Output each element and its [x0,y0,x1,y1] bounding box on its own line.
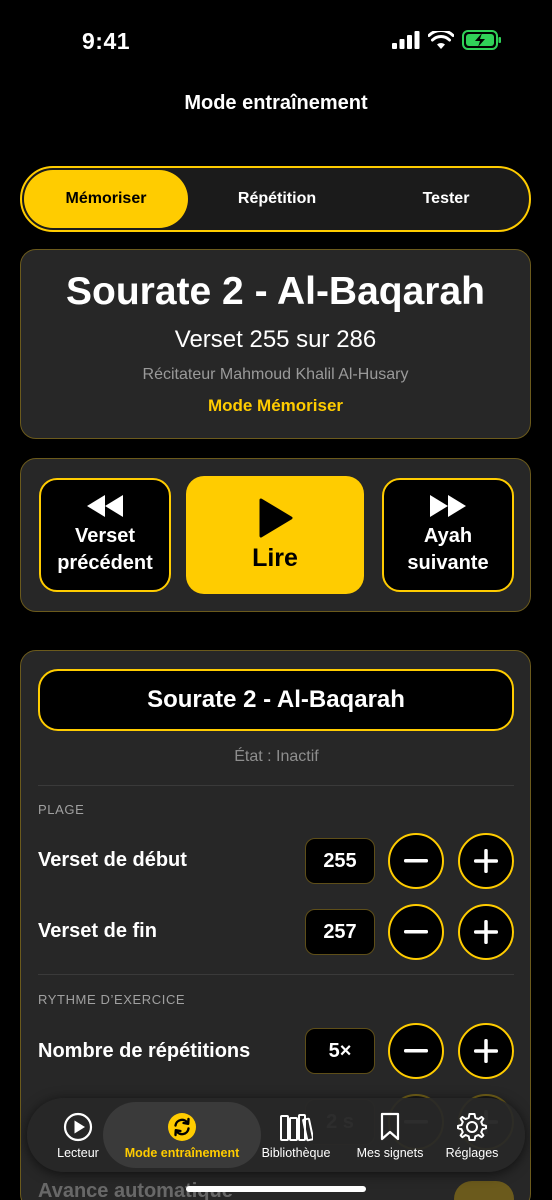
repetitions-decrement-button[interactable] [388,1023,444,1079]
tab-mes-signets[interactable]: Mes signets [347,1098,433,1172]
start-verse-label: Verset de début [38,849,187,871]
surah-title: Sourate 2 - Al-Baqarah [66,270,485,313]
forward-icon [430,495,466,517]
status-time: 9:41 [82,28,131,54]
mode-segmented-control: Mémoriser Répétition Tester [20,166,531,232]
tab-label: Mes signets [356,1146,424,1160]
verse-progress: Verset 255 sur 286 [174,326,377,353]
page-title: Mode entraînement [184,92,368,114]
repeat-icon [168,1113,196,1141]
play-circle-icon [63,1112,93,1142]
tab-lecteur[interactable]: Lecteur [45,1098,111,1172]
divider [38,974,514,975]
end-verse-decrement-button[interactable] [388,904,444,960]
start-verse-increment-button[interactable] [458,833,514,889]
next-ayah-label-2: suivante [407,552,489,574]
minus-icon [404,859,428,863]
minus-icon [404,1049,428,1053]
backward-icon [87,495,123,517]
gear-icon [457,1113,487,1141]
battery-charging-icon [462,30,501,50]
next-ayah-button[interactable]: Ayah suivante [382,478,514,592]
auto-advance-toggle[interactable] [454,1181,514,1200]
tab-label: Mode entraînement [124,1146,240,1160]
end-verse-label: Verset de fin [38,920,157,942]
home-indicator [186,1186,366,1192]
end-verse-increment-button[interactable] [458,904,514,960]
reciter-name: Récitateur Mahmoud Khalil Al-Husary [142,366,409,383]
status-bar: 9:41 [0,0,552,80]
plus-icon [474,1039,498,1063]
minus-icon [404,930,428,934]
tab-label: Lecteur [57,1146,99,1160]
section-header-range: PLAGE [38,802,85,817]
surah-info-card: Sourate 2 - Al-Baqarah Verset 255 sur 28… [20,249,531,439]
plus-icon [474,920,498,944]
start-verse-decrement-button[interactable] [388,833,444,889]
play-button[interactable]: Lire [186,476,364,594]
tab-reglages[interactable]: Réglages [439,1098,505,1172]
play-icon [259,498,293,537]
repetitions-value: 5× [305,1028,375,1074]
previous-verse-label-1: Verset [74,525,136,547]
play-label: Lire [252,543,298,572]
start-verse-value: 255 [305,838,375,884]
next-ayah-label-1: Ayah [423,525,473,547]
repetitions-increment-button[interactable] [458,1023,514,1079]
playback-controls-card: Verset précédent Lire Ayah suivante [20,458,531,612]
cellular-signal-icon [392,31,420,49]
segment-tester[interactable]: Tester [362,170,530,228]
end-verse-value: 257 [305,909,375,955]
segment-repetition[interactable]: Répétition [192,170,362,228]
tab-mode-entrainement[interactable]: Mode entraînement [103,1102,261,1168]
surah-selector-button[interactable]: Sourate 2 - Al-Baqarah [38,669,514,731]
divider [38,785,514,786]
tab-label: Réglages [445,1146,499,1160]
previous-verse-button[interactable]: Verset précédent [39,478,171,592]
tab-bar: Lecteur Mode entraînement Bibliothèque M… [27,1098,525,1172]
previous-verse-label-2: précédent [57,552,153,574]
section-header-rhythm: RYTHME D’EXERCICE [38,992,186,1007]
repetitions-label: Nombre de répétitions [38,1040,251,1062]
tab-bibliotheque[interactable]: Bibliothèque [257,1098,335,1172]
segment-memoriser[interactable]: Mémoriser [24,170,188,228]
status-icons [392,30,502,50]
wifi-icon [428,30,454,49]
books-icon [280,1114,313,1142]
tab-label: Bibliothèque [261,1146,331,1160]
plus-icon [474,849,498,873]
current-mode-label: Mode Mémoriser [207,396,344,415]
bookmark-icon [380,1112,400,1141]
playback-state: État : Inactif [234,748,319,765]
